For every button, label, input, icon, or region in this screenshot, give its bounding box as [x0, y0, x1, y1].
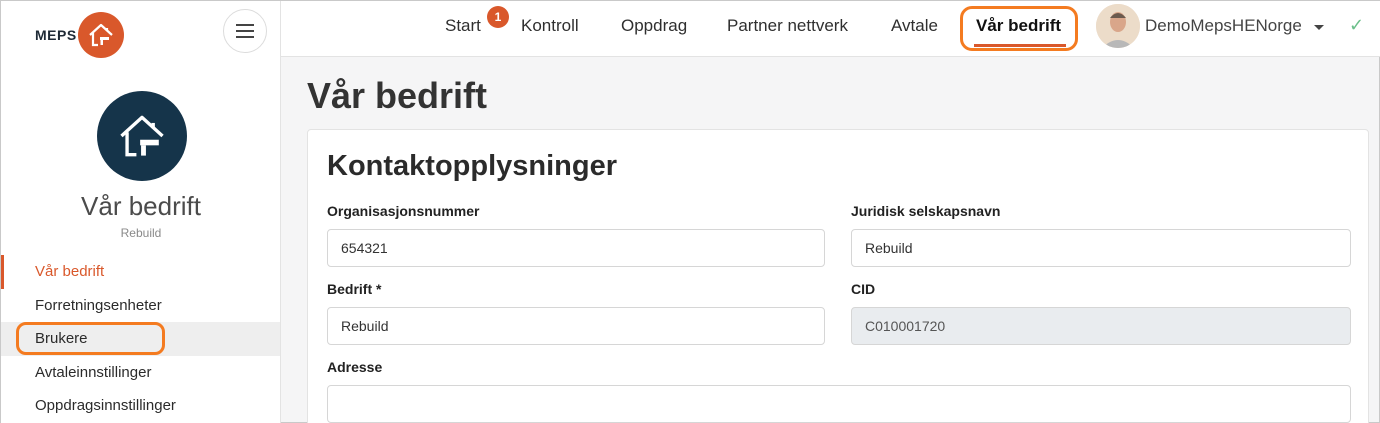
chevron-down-icon[interactable] — [1314, 25, 1324, 30]
sidebar-item-var-bedrift[interactable]: Vår bedrift — [1, 255, 280, 289]
sidebar-item-oppdragsinnstillinger[interactable]: Oppdragsinnstillinger — [1, 389, 280, 423]
sidebar-nav: Vår bedrift Forretningsenheter Brukere A… — [1, 255, 280, 423]
menu-toggle-button[interactable] — [223, 9, 267, 53]
topnav-var-bedrift[interactable]: Vår bedrift — [976, 16, 1061, 36]
contact-section-title: Kontaktopplysninger — [327, 150, 618, 182]
company-name: Vår bedrift — [81, 191, 201, 221]
legal-name-input[interactable]: Rebuild — [851, 229, 1351, 267]
sidebar-item-avtaleinnstillinger[interactable]: Avtaleinnstillinger — [1, 356, 280, 390]
topnav-start[interactable]: Start — [445, 16, 481, 36]
topnav-partner-nettverk[interactable]: Partner nettverk — [727, 16, 848, 36]
user-avatar[interactable] — [1096, 4, 1140, 48]
house-logo-icon — [78, 12, 124, 58]
company-label: Bedrift * — [327, 281, 382, 297]
active-tab-underline — [974, 44, 1066, 47]
topnav-oppdrag[interactable]: Oppdrag — [621, 16, 687, 36]
house-icon — [120, 115, 164, 157]
legal-name-label: Juridisk selskapsnavn — [851, 203, 1001, 219]
user-photo-icon — [1096, 4, 1140, 48]
address-input[interactable] — [327, 385, 1351, 423]
cid-label: CID — [851, 281, 876, 297]
sidebar-item-forretningsenheter[interactable]: Forretningsenheter — [1, 289, 280, 323]
user-menu-name[interactable]: DemoMepsHENorge — [1145, 16, 1302, 36]
address-label: Adresse — [327, 359, 383, 375]
sidebar: MEPS Vår bedrift Rebuild Vår bedrift For… — [1, 1, 281, 423]
company-subtitle: Rebuild — [120, 226, 162, 240]
topnav-avtale[interactable]: Avtale — [891, 16, 938, 36]
app-window: MEPS Vår bedrift Rebuild Vår bedrift For… — [0, 0, 1380, 423]
hamburger-icon — [236, 24, 254, 38]
page-title: Vår bedrift — [307, 75, 488, 116]
org-number-input[interactable]: 654321 — [327, 229, 825, 267]
org-number-label: Organisasjonsnummer — [327, 203, 480, 219]
company-avatar — [97, 91, 187, 181]
logo-text: MEPS — [35, 27, 77, 43]
check-icon: ✓ — [1349, 15, 1365, 35]
cid-input: C010001720 — [851, 307, 1351, 345]
sidebar-item-brukere[interactable]: Brukere — [1, 322, 280, 356]
topnav-kontroll[interactable]: Kontroll — [521, 16, 579, 36]
company-input[interactable]: Rebuild — [327, 307, 825, 345]
top-bar: Start 1 Kontroll Oppdrag Partner nettver… — [281, 1, 1380, 57]
contact-card: Kontaktopplysninger Organisasjonsnummer … — [307, 129, 1369, 423]
notification-badge: 1 — [487, 6, 509, 28]
